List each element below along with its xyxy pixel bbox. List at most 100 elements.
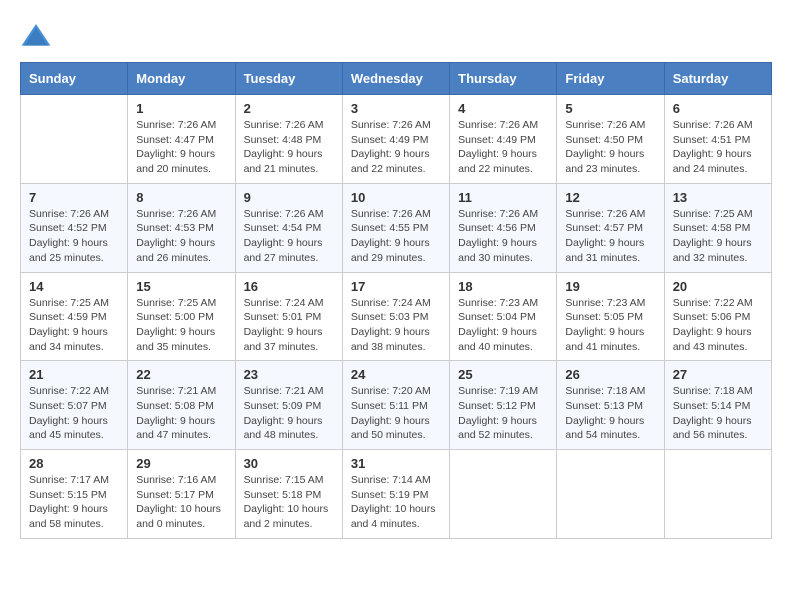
cell-content: Sunrise: 7:26 AM Sunset: 4:55 PM Dayligh… — [351, 207, 441, 266]
day-number: 12 — [565, 190, 655, 205]
day-number: 15 — [136, 279, 226, 294]
calendar-cell: 2 Sunrise: 7:26 AM Sunset: 4:48 PM Daylig… — [235, 95, 342, 184]
day-number: 30 — [244, 456, 334, 471]
day-number: 11 — [458, 190, 548, 205]
calendar-table: SundayMondayTuesdayWednesdayThursdayFrid… — [20, 62, 772, 539]
day-number: 4 — [458, 101, 548, 116]
calendar-week-row: 1 Sunrise: 7:26 AM Sunset: 4:47 PM Daylig… — [21, 95, 772, 184]
calendar-cell: 24Sunrise: 7:20 AM Sunset: 5:11 PM Dayli… — [342, 361, 449, 450]
cell-content: Sunrise: 7:26 AM Sunset: 4:53 PM Dayligh… — [136, 207, 226, 266]
cell-content: Sunrise: 7:18 AM Sunset: 5:13 PM Dayligh… — [565, 384, 655, 443]
day-number: 31 — [351, 456, 441, 471]
calendar-cell — [664, 450, 771, 539]
calendar-cell: 20 Sunrise: 7:22 AM Sunset: 5:06 PM Dayli… — [664, 272, 771, 361]
day-number: 1 — [136, 101, 226, 116]
calendar-cell: 31 Sunrise: 7:14 AM Sunset: 5:19 PM Dayli… — [342, 450, 449, 539]
calendar-cell: 17Sunrise: 7:24 AM Sunset: 5:03 PM Dayli… — [342, 272, 449, 361]
calendar-cell: 19 Sunrise: 7:23 AM Sunset: 5:05 PM Dayli… — [557, 272, 664, 361]
calendar-cell: 7Sunrise: 7:26 AM Sunset: 4:52 PM Daylig… — [21, 183, 128, 272]
calendar-cell: 14 Sunrise: 7:25 AM Sunset: 4:59 PM Dayli… — [21, 272, 128, 361]
cell-content: Sunrise: 7:26 AM Sunset: 4:49 PM Dayligh… — [351, 118, 441, 177]
calendar-cell: 5 Sunrise: 7:26 AM Sunset: 4:50 PM Daylig… — [557, 95, 664, 184]
day-number: 16 — [244, 279, 334, 294]
day-number: 25 — [458, 367, 548, 382]
day-number: 27 — [673, 367, 763, 382]
calendar-body: 1 Sunrise: 7:26 AM Sunset: 4:47 PM Daylig… — [21, 95, 772, 539]
calendar-cell — [557, 450, 664, 539]
calendar-week-row: 7Sunrise: 7:26 AM Sunset: 4:52 PM Daylig… — [21, 183, 772, 272]
cell-content: Sunrise: 7:14 AM Sunset: 5:19 PM Dayligh… — [351, 473, 441, 532]
calendar-cell: 9Sunrise: 7:26 AM Sunset: 4:54 PM Daylig… — [235, 183, 342, 272]
day-number: 19 — [565, 279, 655, 294]
cell-content: Sunrise: 7:21 AM Sunset: 5:08 PM Dayligh… — [136, 384, 226, 443]
day-number: 2 — [244, 101, 334, 116]
cell-content: Sunrise: 7:26 AM Sunset: 4:47 PM Dayligh… — [136, 118, 226, 177]
cell-content: Sunrise: 7:22 AM Sunset: 5:07 PM Dayligh… — [29, 384, 119, 443]
weekday-header-thursday: Thursday — [450, 63, 557, 95]
day-number: 22 — [136, 367, 226, 382]
logo-icon — [20, 20, 52, 52]
cell-content: Sunrise: 7:22 AM Sunset: 5:06 PM Dayligh… — [673, 296, 763, 355]
calendar-cell: 1 Sunrise: 7:26 AM Sunset: 4:47 PM Daylig… — [128, 95, 235, 184]
cell-content: Sunrise: 7:25 AM Sunset: 5:00 PM Dayligh… — [136, 296, 226, 355]
day-number: 17 — [351, 279, 441, 294]
calendar-cell: 13 Sunrise: 7:25 AM Sunset: 4:58 PM Dayli… — [664, 183, 771, 272]
day-number: 28 — [29, 456, 119, 471]
cell-content: Sunrise: 7:26 AM Sunset: 4:56 PM Dayligh… — [458, 207, 548, 266]
cell-content: Sunrise: 7:18 AM Sunset: 5:14 PM Dayligh… — [673, 384, 763, 443]
day-number: 20 — [673, 279, 763, 294]
weekday-header-friday: Friday — [557, 63, 664, 95]
day-number: 14 — [29, 279, 119, 294]
cell-content: Sunrise: 7:26 AM Sunset: 4:48 PM Dayligh… — [244, 118, 334, 177]
cell-content: Sunrise: 7:17 AM Sunset: 5:15 PM Dayligh… — [29, 473, 119, 532]
calendar-cell — [450, 450, 557, 539]
cell-content: Sunrise: 7:19 AM Sunset: 5:12 PM Dayligh… — [458, 384, 548, 443]
cell-content: Sunrise: 7:21 AM Sunset: 5:09 PM Dayligh… — [244, 384, 334, 443]
cell-content: Sunrise: 7:15 AM Sunset: 5:18 PM Dayligh… — [244, 473, 334, 532]
day-number: 23 — [244, 367, 334, 382]
day-number: 24 — [351, 367, 441, 382]
day-number: 18 — [458, 279, 548, 294]
calendar-cell: 30 Sunrise: 7:15 AM Sunset: 5:18 PM Dayli… — [235, 450, 342, 539]
calendar-cell: 27 Sunrise: 7:18 AM Sunset: 5:14 PM Dayli… — [664, 361, 771, 450]
weekday-header-sunday: Sunday — [21, 63, 128, 95]
cell-content: Sunrise: 7:16 AM Sunset: 5:17 PM Dayligh… — [136, 473, 226, 532]
calendar-cell: 26Sunrise: 7:18 AM Sunset: 5:13 PM Dayli… — [557, 361, 664, 450]
cell-content: Sunrise: 7:24 AM Sunset: 5:01 PM Dayligh… — [244, 296, 334, 355]
weekday-header-row: SundayMondayTuesdayWednesdayThursdayFrid… — [21, 63, 772, 95]
cell-content: Sunrise: 7:26 AM Sunset: 4:49 PM Dayligh… — [458, 118, 548, 177]
cell-content: Sunrise: 7:23 AM Sunset: 5:04 PM Dayligh… — [458, 296, 548, 355]
calendar-cell: 22 Sunrise: 7:21 AM Sunset: 5:08 PM Dayli… — [128, 361, 235, 450]
weekday-header-monday: Monday — [128, 63, 235, 95]
calendar-cell: 28 Sunrise: 7:17 AM Sunset: 5:15 PM Dayli… — [21, 450, 128, 539]
calendar-cell: 6 Sunrise: 7:26 AM Sunset: 4:51 PM Daylig… — [664, 95, 771, 184]
cell-content: Sunrise: 7:26 AM Sunset: 4:50 PM Dayligh… — [565, 118, 655, 177]
cell-content: Sunrise: 7:26 AM Sunset: 4:57 PM Dayligh… — [565, 207, 655, 266]
day-number: 13 — [673, 190, 763, 205]
logo — [20, 20, 56, 52]
weekday-header-saturday: Saturday — [664, 63, 771, 95]
cell-content: Sunrise: 7:26 AM Sunset: 4:51 PM Dayligh… — [673, 118, 763, 177]
calendar-cell: 18 Sunrise: 7:23 AM Sunset: 5:04 PM Dayli… — [450, 272, 557, 361]
day-number: 9 — [244, 190, 334, 205]
day-number: 5 — [565, 101, 655, 116]
cell-content: Sunrise: 7:23 AM Sunset: 5:05 PM Dayligh… — [565, 296, 655, 355]
day-number: 3 — [351, 101, 441, 116]
cell-content: Sunrise: 7:25 AM Sunset: 4:59 PM Dayligh… — [29, 296, 119, 355]
calendar-cell: 10 Sunrise: 7:26 AM Sunset: 4:55 PM Dayli… — [342, 183, 449, 272]
calendar-cell: 3 Sunrise: 7:26 AM Sunset: 4:49 PM Daylig… — [342, 95, 449, 184]
weekday-header-wednesday: Wednesday — [342, 63, 449, 95]
day-number: 10 — [351, 190, 441, 205]
calendar-week-row: 14 Sunrise: 7:25 AM Sunset: 4:59 PM Dayli… — [21, 272, 772, 361]
day-number: 7 — [29, 190, 119, 205]
day-number: 6 — [673, 101, 763, 116]
calendar-cell: 4 Sunrise: 7:26 AM Sunset: 4:49 PM Daylig… — [450, 95, 557, 184]
day-number: 8 — [136, 190, 226, 205]
calendar-cell: 16 Sunrise: 7:24 AM Sunset: 5:01 PM Dayli… — [235, 272, 342, 361]
calendar-cell: 8 Sunrise: 7:26 AM Sunset: 4:53 PM Daylig… — [128, 183, 235, 272]
cell-content: Sunrise: 7:25 AM Sunset: 4:58 PM Dayligh… — [673, 207, 763, 266]
calendar-cell: 23 Sunrise: 7:21 AM Sunset: 5:09 PM Dayli… — [235, 361, 342, 450]
calendar-cell: 25 Sunrise: 7:19 AM Sunset: 5:12 PM Dayli… — [450, 361, 557, 450]
calendar-cell — [21, 95, 128, 184]
calendar-week-row: 21Sunrise: 7:22 AM Sunset: 5:07 PM Dayli… — [21, 361, 772, 450]
